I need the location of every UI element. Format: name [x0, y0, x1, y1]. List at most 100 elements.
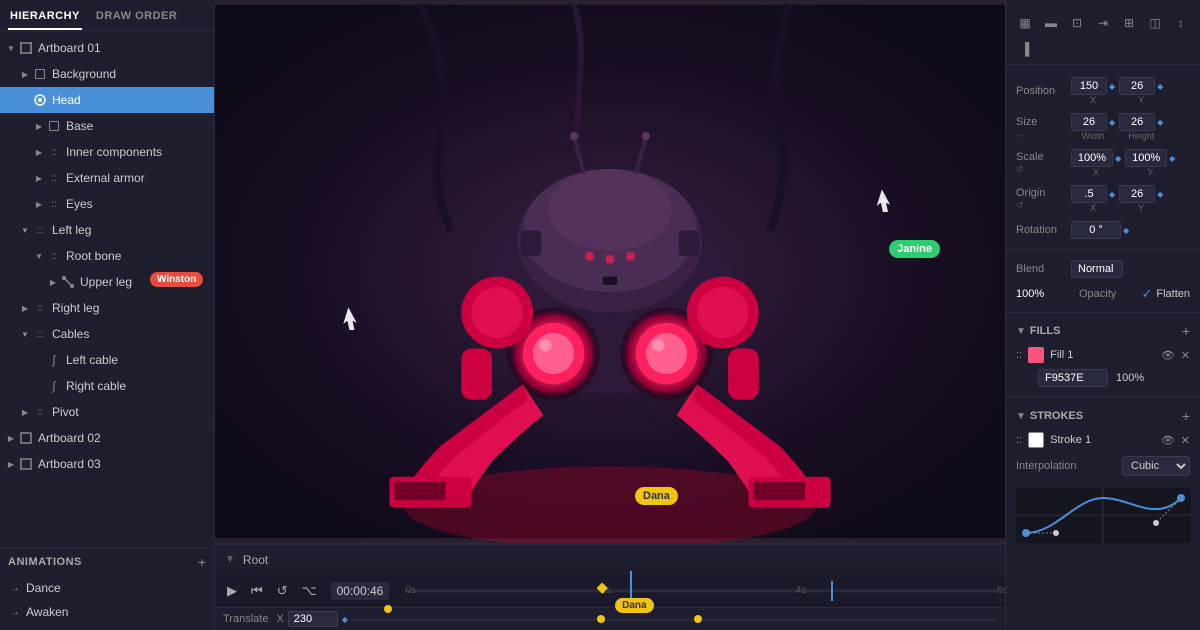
- tree-item-cables[interactable]: ▼ :: Cables: [0, 321, 214, 347]
- size-height-diamond[interactable]: ◆: [1157, 118, 1163, 127]
- height-icon[interactable]: ↕: [1170, 12, 1192, 34]
- animation-item-dance[interactable]: → Dance: [8, 576, 206, 600]
- fill-hex-input[interactable]: [1038, 369, 1108, 387]
- tree-label: Upper leg: [80, 275, 132, 289]
- scale-link-icon: ↺: [1016, 164, 1071, 175]
- canvas-viewport[interactable]: Janine Dana: [215, 0, 1005, 543]
- loop-button[interactable]: ↺: [273, 581, 292, 601]
- fill-delete-icon[interactable]: ✕: [1181, 349, 1190, 362]
- chevron-icon: ▼: [32, 249, 46, 263]
- tab-icon[interactable]: ⇥: [1092, 12, 1114, 34]
- tree-item-artboard03[interactable]: ▶ Artboard 03: [0, 451, 214, 477]
- right-panel-icon[interactable]: ▐: [1014, 38, 1036, 60]
- timeline-toolbar: ▶ ⏮ ↺ ⌥ 00:00:46 0s 2s 4s 6s: [215, 574, 1005, 608]
- keyframe-dot[interactable]: [384, 605, 392, 613]
- fills-collapse-icon[interactable]: ▼: [1016, 326, 1026, 337]
- add-stroke-button[interactable]: +: [1182, 408, 1190, 424]
- canvas-bottom-strip: ▼ Root: [215, 544, 1005, 574]
- size-width-input[interactable]: [1071, 113, 1107, 131]
- animation-item-awaken[interactable]: → Awaken: [8, 600, 206, 624]
- dots-icon: ::: [46, 144, 62, 160]
- blend-select[interactable]: Normal Multiply Screen: [1071, 260, 1123, 278]
- scale-x-input[interactable]: [1071, 149, 1113, 167]
- strokes-collapse-icon[interactable]: ▼: [1016, 411, 1026, 422]
- plus-box-icon[interactable]: ⊞: [1118, 12, 1140, 34]
- blend-row: Blend Normal Multiply Screen: [1006, 256, 1200, 282]
- collapse-icon[interactable]: ▼: [225, 554, 235, 565]
- grid-icon[interactable]: ▦: [1014, 12, 1036, 34]
- keyframe-dot[interactable]: [694, 615, 702, 623]
- position-x-diamond[interactable]: ◆: [1109, 82, 1115, 91]
- split-icon[interactable]: ◫: [1144, 12, 1166, 34]
- fill-visibility-icon[interactable]: 👁: [1161, 349, 1175, 362]
- origin-x-input[interactable]: [1071, 185, 1107, 203]
- position-x-input[interactable]: [1071, 77, 1107, 95]
- translate-row: Translate X ◆: [215, 608, 1005, 630]
- marker-0s: 0s: [405, 585, 416, 596]
- rotation-input[interactable]: [1071, 221, 1121, 239]
- animations-header: ANIMATIONS +: [8, 554, 206, 570]
- stroke-visibility-icon[interactable]: 👁: [1161, 434, 1175, 447]
- tree-item-head[interactable]: Head: [0, 87, 214, 113]
- play-button[interactable]: ▶: [223, 581, 241, 601]
- tree-item-artboard02[interactable]: ▶ Artboard 02: [0, 425, 214, 451]
- hierarchy-list: ▼ Artboard 01 ▶ Background: [0, 31, 214, 547]
- flatten-toggle[interactable]: ✓ Flatten: [1141, 286, 1190, 302]
- fill-dots-icon: ::: [1016, 349, 1022, 361]
- add-animation-button[interactable]: +: [198, 554, 206, 570]
- tree-label: Background: [52, 67, 116, 81]
- keyframe-dot[interactable]: [597, 615, 605, 623]
- tab-draw-order[interactable]: DRAW ORDER: [94, 6, 179, 30]
- tree-label: External armor: [66, 171, 145, 185]
- tree-item-eyes[interactable]: ▶ :: Eyes: [0, 191, 214, 217]
- scale-y-input[interactable]: [1125, 149, 1167, 167]
- chevron-icon: ▶: [32, 145, 46, 159]
- blend-select-wrapper: Normal Multiply Screen: [1071, 260, 1190, 278]
- divider: [1006, 249, 1200, 250]
- origin-inputs: ◆ X ◆ Y: [1071, 185, 1190, 213]
- add-fill-button[interactable]: +: [1182, 323, 1190, 339]
- scale-y-diamond[interactable]: ◆: [1169, 154, 1175, 163]
- translate-label: Translate: [223, 613, 268, 625]
- interpolation-select[interactable]: Cubic Linear Smooth: [1122, 456, 1190, 476]
- origin-y-diamond[interactable]: ◆: [1157, 190, 1163, 199]
- tree-item-left-cable[interactable]: ∫ Left cable: [0, 347, 214, 373]
- marker-4s: 4s: [796, 585, 807, 596]
- origin-row: Origin ↺ ◆ X ◆ Y: [1006, 181, 1200, 217]
- bone-icon: [60, 274, 76, 290]
- tree-item-artboard01[interactable]: ▼ Artboard 01: [0, 35, 214, 61]
- stroke-swatch[interactable]: [1028, 432, 1044, 448]
- stroke-delete-icon[interactable]: ✕: [1181, 434, 1190, 447]
- tree-item-upper-leg[interactable]: ▶ Upper leg Winston: [0, 269, 214, 295]
- tab-hierarchy[interactable]: HIERARCHY: [8, 6, 82, 30]
- diamond-button[interactable]: ◆: [342, 615, 348, 624]
- size-width-diamond[interactable]: ◆: [1109, 118, 1115, 127]
- tree-item-external-armor[interactable]: ▶ :: External armor: [0, 165, 214, 191]
- panel-tabs: HIERARCHY DRAW ORDER: [0, 0, 214, 31]
- tree-item-base[interactable]: ▶ Base: [0, 113, 214, 139]
- align-icon[interactable]: ▬: [1040, 12, 1062, 34]
- tree-label: Right leg: [52, 301, 99, 315]
- tree-item-inner-components[interactable]: ▶ :: Inner components: [0, 139, 214, 165]
- tree-item-root-bone[interactable]: ▼ :: Root bone: [0, 243, 214, 269]
- stroke-dots-icon: ::: [1016, 434, 1022, 446]
- position-y-input[interactable]: [1119, 77, 1155, 95]
- tree-item-pivot[interactable]: ▶ :: Pivot: [0, 399, 214, 425]
- tree-item-right-leg[interactable]: ▶ :: Right leg: [0, 295, 214, 321]
- scale-x-diamond[interactable]: ◆: [1115, 154, 1121, 163]
- origin-x-diamond[interactable]: ◆: [1109, 190, 1115, 199]
- position-y-diamond[interactable]: ◆: [1157, 82, 1163, 91]
- rotation-diamond[interactable]: ◆: [1123, 226, 1129, 235]
- size-height-input[interactable]: [1119, 113, 1155, 131]
- tree-item-right-cable[interactable]: ∫ Right cable: [0, 373, 214, 399]
- arrow-icon: →: [10, 583, 20, 594]
- box-icon[interactable]: ⊡: [1066, 12, 1088, 34]
- tree-item-left-leg[interactable]: ▼ :: Left leg: [0, 217, 214, 243]
- timeline-marker[interactable]: [831, 581, 833, 601]
- origin-y-input[interactable]: [1119, 185, 1155, 203]
- tree-item-background[interactable]: ▶ Background: [0, 61, 214, 87]
- skip-start-button[interactable]: ⏮: [247, 581, 267, 601]
- fill-swatch[interactable]: [1028, 347, 1044, 363]
- x-value-input[interactable]: [288, 611, 338, 627]
- stencil-button[interactable]: ⌥: [298, 581, 321, 601]
